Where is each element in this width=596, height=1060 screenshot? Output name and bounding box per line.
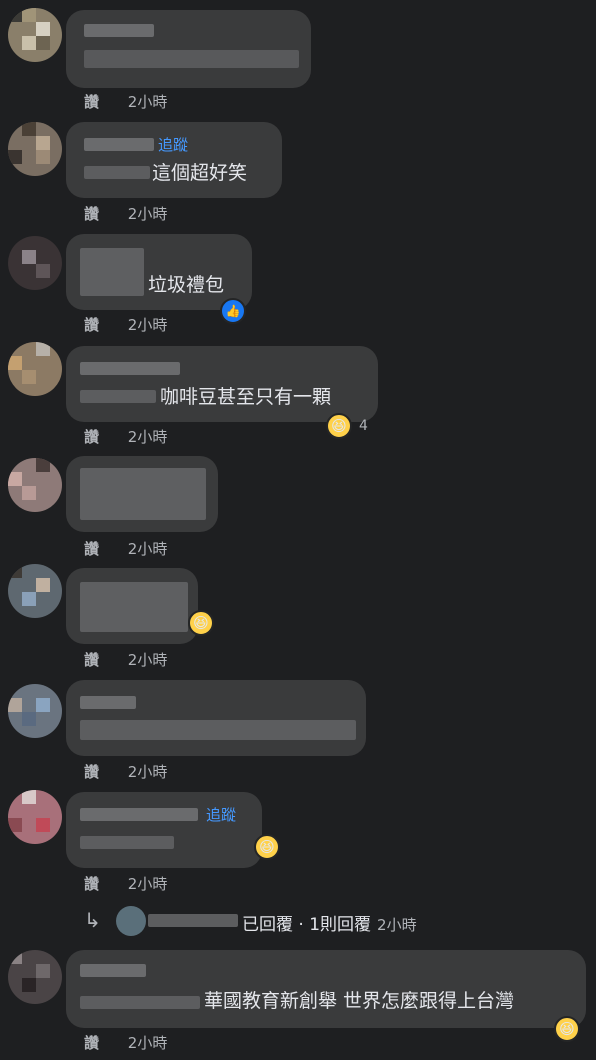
comment-bubble: 垃圾禮包 [66, 234, 252, 310]
like-button[interactable]: 讚 [84, 316, 99, 334]
like-button[interactable]: 讚 [84, 205, 99, 223]
comment-bubble: 咖啡豆甚至只有一顆 [66, 346, 378, 422]
timestamp[interactable]: 2小時 [128, 428, 168, 446]
comment-meta: 讚 2小時 [84, 540, 167, 558]
comment-bubble: 華國教育新創舉 世界怎麼跟得上台灣 [66, 950, 586, 1028]
avatar[interactable] [8, 458, 62, 512]
avatar[interactable] [8, 8, 62, 62]
comment-meta: 讚 2小時 [84, 1034, 167, 1052]
haha-icon[interactable]: 😆 [554, 1016, 580, 1042]
comment-meta: 讚 2小時 [84, 763, 167, 781]
timestamp[interactable]: 2小時 [128, 651, 168, 669]
blurred-name [84, 138, 154, 151]
comment-meta: 讚 2小時 [84, 875, 167, 893]
timestamp[interactable]: 2小時 [128, 205, 168, 223]
comment-text: 咖啡豆甚至只有一顆 [160, 386, 332, 408]
like-button[interactable]: 讚 [84, 428, 99, 446]
blurred-name [80, 964, 146, 977]
blurred-name [80, 362, 180, 375]
reaction-count: 4 [359, 418, 368, 434]
comment-bubble: 追蹤 [66, 792, 262, 868]
comment-meta: 讚 2小時 [84, 651, 167, 669]
blurred-text [84, 50, 299, 68]
timestamp[interactable]: 2小時 [128, 540, 168, 558]
blurred-text [80, 582, 188, 632]
comment-meta: 讚 2小時 [84, 316, 167, 334]
blurred-text [80, 390, 156, 403]
blurred-name [80, 696, 136, 709]
comment-meta: 讚 2小時 [84, 93, 167, 111]
reply-time[interactable]: 2小時 [377, 916, 417, 934]
follow-link[interactable]: 追蹤 [158, 136, 188, 154]
timestamp[interactable]: 2小時 [128, 875, 168, 893]
haha-icon[interactable]: 😆 [326, 413, 352, 439]
blurred-text [80, 248, 144, 296]
like-button[interactable]: 讚 [84, 763, 99, 781]
comment-bubble [66, 456, 218, 532]
blurred-name [80, 808, 198, 821]
blurred-text [80, 836, 174, 849]
reply-arrow-icon: ↳ [84, 908, 101, 932]
timestamp[interactable]: 2小時 [128, 1034, 168, 1052]
comment-meta: 讚 2小時 [84, 205, 167, 223]
blurred-text [80, 720, 356, 740]
like-icon[interactable]: 👍 [220, 298, 246, 324]
comment-text: 這個超好笑 [152, 162, 248, 184]
like-button[interactable]: 讚 [84, 651, 99, 669]
avatar[interactable] [8, 564, 62, 618]
timestamp[interactable]: 2小時 [128, 316, 168, 334]
avatar[interactable] [8, 122, 62, 176]
follow-link[interactable]: 追蹤 [206, 806, 236, 824]
blurred-text [80, 468, 206, 520]
comment-text: 垃圾禮包 [148, 274, 225, 296]
comment-bubble [66, 680, 366, 756]
avatar[interactable] [8, 342, 62, 396]
blurred-name [84, 24, 154, 37]
comment-bubble [66, 10, 311, 88]
timestamp[interactable]: 2小時 [128, 763, 168, 781]
comment-bubble [66, 568, 198, 644]
avatar[interactable] [8, 950, 62, 1004]
comment-text: 華國教育新創舉 世界怎麼跟得上台灣 [204, 990, 515, 1012]
like-button[interactable]: 讚 [84, 1034, 99, 1052]
blurred-name [148, 914, 238, 927]
timestamp[interactable]: 2小時 [128, 93, 168, 111]
reply-summary-text[interactable]: 已回覆 · 1則回覆 2小時 [242, 910, 417, 935]
like-button[interactable]: 讚 [84, 540, 99, 558]
blurred-text [84, 166, 150, 179]
avatar[interactable] [8, 236, 62, 290]
haha-icon[interactable]: 😆 [254, 834, 280, 860]
avatar[interactable] [8, 684, 62, 738]
reply-avatar [116, 906, 146, 936]
like-button[interactable]: 讚 [84, 93, 99, 111]
avatar[interactable] [8, 790, 62, 844]
comment-meta: 讚 2小時 [84, 428, 167, 446]
haha-icon[interactable]: 😆 [188, 610, 214, 636]
blurred-text [80, 996, 200, 1009]
like-button[interactable]: 讚 [84, 875, 99, 893]
comment-bubble: 追蹤 這個超好笑 [66, 122, 282, 198]
